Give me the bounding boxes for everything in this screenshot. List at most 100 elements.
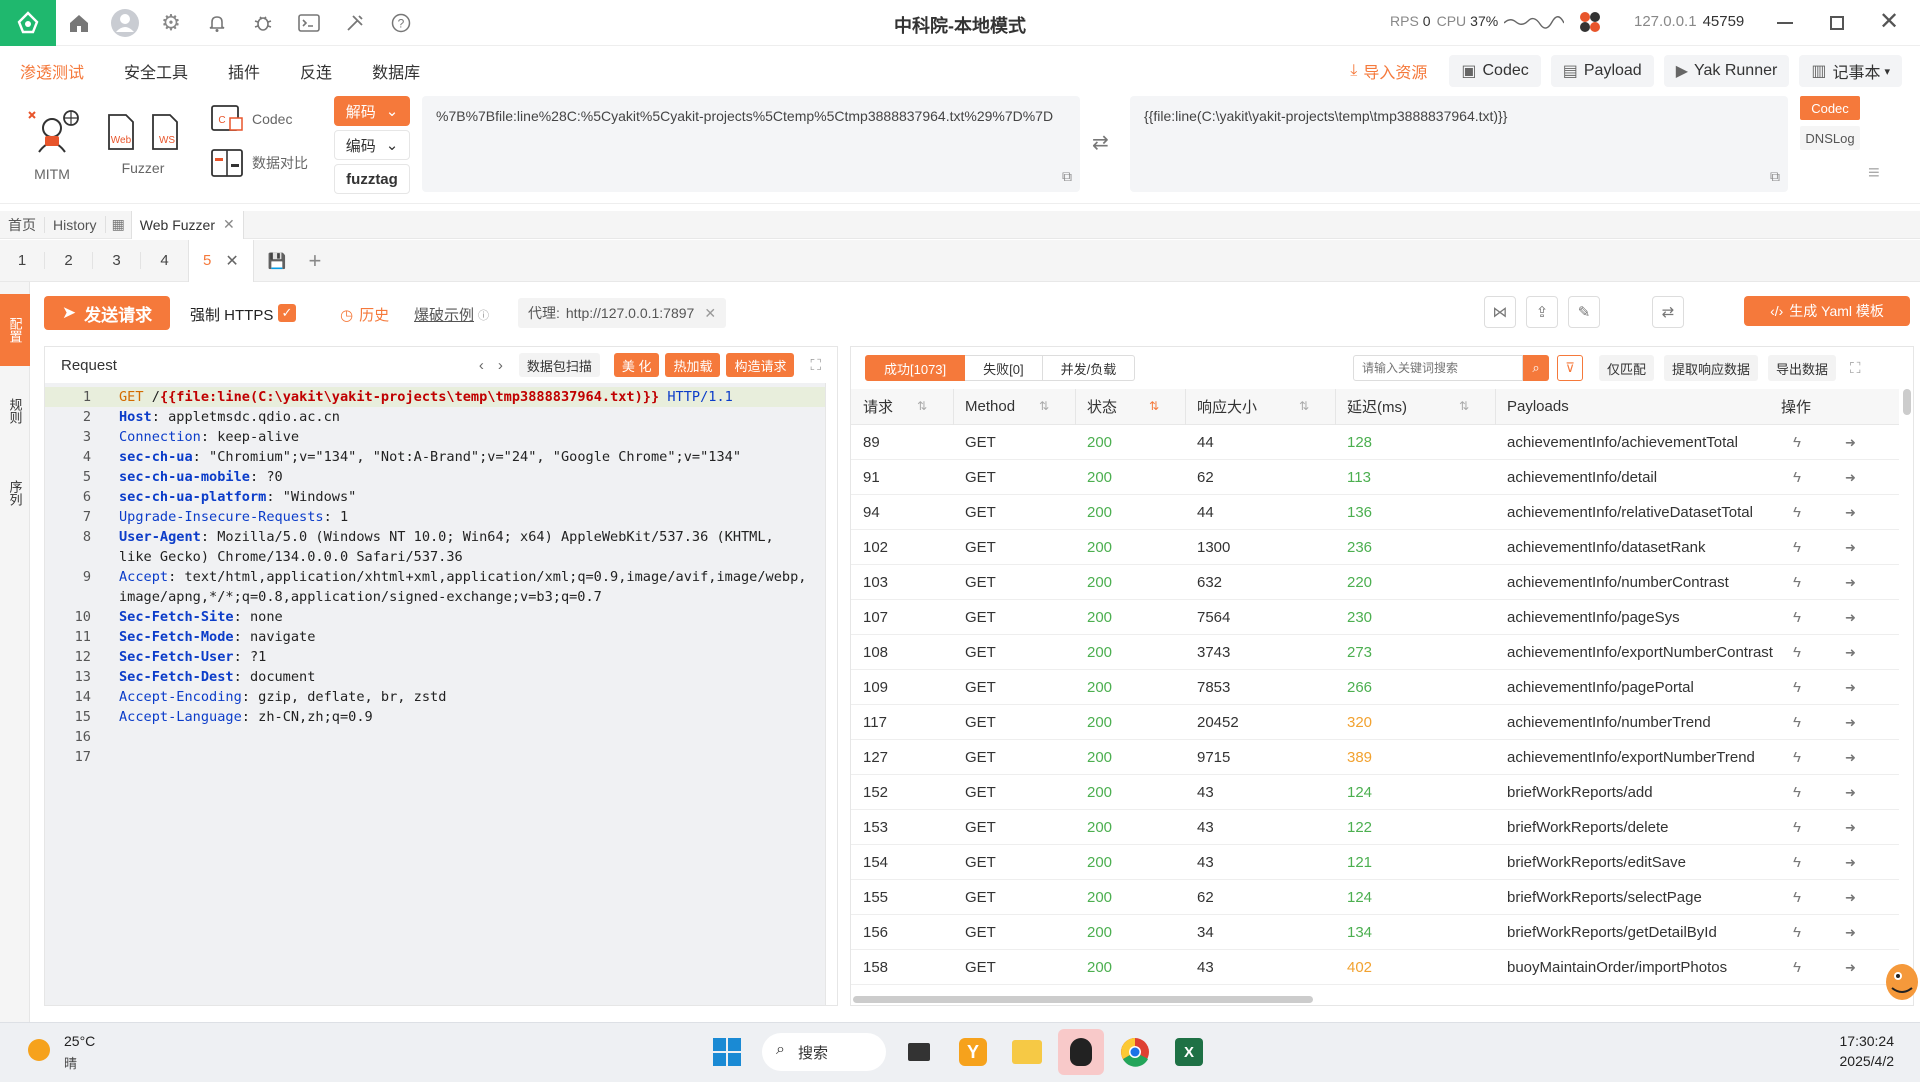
quick-action-icon[interactable]: ϟ: [1793, 460, 1801, 495]
column-header[interactable]: Payloads: [1507, 389, 1569, 424]
history-button[interactable]: ◷ 历史: [340, 304, 389, 325]
quick-action-icon[interactable]: ϟ: [1793, 600, 1801, 635]
table-icon[interactable]: ▦: [104, 216, 131, 233]
side-tab-config[interactable]: 配置: [0, 294, 30, 366]
task-view-icon[interactable]: [896, 1029, 942, 1075]
menu-security-tools[interactable]: 安全工具: [124, 59, 188, 83]
subtab-2[interactable]: 2: [44, 252, 92, 269]
add-tab-icon[interactable]: +: [308, 248, 321, 274]
quick-action-icon[interactable]: ϟ: [1793, 880, 1801, 915]
table-row[interactable]: 153 GET 200 43 122 briefWorkReports/delete ϟ ➜: [851, 810, 1899, 845]
mitm-tool[interactable]: MITM: [24, 108, 80, 182]
proxy-tag[interactable]: 代理: http://127.0.0.1:7897 ✕: [518, 298, 727, 328]
yakit-app-icon[interactable]: Y: [950, 1029, 996, 1075]
column-header[interactable]: 响应大小: [1197, 389, 1257, 424]
quick-action-icon[interactable]: ϟ: [1793, 495, 1801, 530]
collapse-icon[interactable]: ≡: [1868, 162, 1880, 185]
table-row[interactable]: 107 GET 200 7564 230 achievementInfo/pageSys ϟ…: [851, 600, 1899, 635]
quick-action-icon[interactable]: ϟ: [1793, 915, 1801, 950]
close-window-button[interactable]: ✕: [1874, 6, 1904, 36]
hotload-button[interactable]: 热加载: [665, 353, 721, 377]
sort-icon[interactable]: ⇅: [1149, 399, 1159, 413]
table-row[interactable]: 158 GET 200 43 402 buoyMaintainOrder/importPh…: [851, 950, 1899, 985]
table-row[interactable]: 108 GET 200 3743 273 achievementInfo/exportNu…: [851, 635, 1899, 670]
quick-action-icon[interactable]: ϟ: [1793, 635, 1801, 670]
save-icon[interactable]: 💾: [268, 252, 287, 270]
detail-arrow-icon[interactable]: ➜: [1845, 635, 1856, 670]
table-row[interactable]: 89 GET 200 44 128 achievementInfo/achievement…: [851, 425, 1899, 460]
tab-home[interactable]: 首页: [0, 215, 44, 235]
share-icon[interactable]: ⋈: [1484, 296, 1516, 328]
notebook-button[interactable]: ▥ 记事本 ▾: [1799, 55, 1902, 87]
table-row[interactable]: 91 GET 200 62 113 achievementInfo/detail ϟ ➜: [851, 460, 1899, 495]
sort-icon[interactable]: ⇅: [917, 399, 927, 413]
quick-action-icon[interactable]: ϟ: [1793, 530, 1801, 565]
yakit-engine-icon[interactable]: [1576, 8, 1604, 36]
quick-action-icon[interactable]: ϟ: [1793, 950, 1801, 985]
yakit-logo-icon[interactable]: [0, 0, 56, 46]
copy-icon[interactable]: ⧉: [1770, 166, 1780, 186]
menu-database[interactable]: 数据库: [372, 59, 420, 83]
minimize-button[interactable]: [1770, 8, 1800, 38]
subtab-5[interactable]: 5 ✕: [188, 239, 254, 282]
table-row[interactable]: 102 GET 200 1300 236 achievementInfo/datasetR…: [851, 530, 1899, 565]
yak-runner-button[interactable]: ▶ Yak Runner: [1663, 55, 1790, 87]
tab-success[interactable]: 成功[1073]: [865, 355, 966, 381]
chrome-app-icon[interactable]: [1112, 1029, 1158, 1075]
bug-icon[interactable]: [240, 0, 286, 46]
subtab-4[interactable]: 4: [140, 252, 188, 269]
fuzztag-button[interactable]: fuzztag: [334, 164, 410, 194]
tab-concurrency[interactable]: 并发/负载: [1042, 355, 1136, 381]
table-row[interactable]: 109 GET 200 7853 266 achievementInfo/pagePort…: [851, 670, 1899, 705]
close-icon[interactable]: ✕: [704, 305, 716, 322]
terminal-icon[interactable]: [286, 0, 332, 46]
maximize-button[interactable]: [1822, 8, 1852, 38]
generate-yaml-button[interactable]: ‹/› 生成 Yaml 模板: [1744, 296, 1910, 326]
column-header[interactable]: 请求: [863, 389, 893, 424]
payload-tool-button[interactable]: ▤ Payload: [1550, 55, 1654, 87]
detail-arrow-icon[interactable]: ➜: [1845, 880, 1856, 915]
force-https-checkbox[interactable]: ✓: [278, 304, 296, 322]
sort-icon[interactable]: ⇅: [1039, 399, 1049, 413]
side-dnslog-tab[interactable]: DNSLog: [1800, 126, 1860, 150]
match-only-button[interactable]: 仅匹配: [1599, 355, 1655, 381]
column-header[interactable]: 状态: [1087, 389, 1117, 424]
next-icon[interactable]: ›: [498, 357, 503, 374]
sort-icon[interactable]: ⇅: [1459, 399, 1469, 413]
swap-icon[interactable]: ⇄: [1092, 130, 1109, 155]
table-row[interactable]: 152 GET 200 43 124 briefWorkReports/add ϟ ➜: [851, 775, 1899, 810]
codec-input-area[interactable]: %7B%7Bfile:line%28C:%5Cyakit%5Cyakit-pro…: [422, 96, 1080, 192]
response-search[interactable]: [1353, 355, 1523, 381]
column-header[interactable]: 延迟(ms): [1347, 389, 1407, 424]
bell-icon[interactable]: [194, 0, 240, 46]
table-row[interactable]: 94 GET 200 44 136 achievementInfo/relativeDat…: [851, 495, 1899, 530]
quick-action-icon[interactable]: ϟ: [1793, 845, 1801, 880]
file-explorer-icon[interactable]: [1004, 1029, 1050, 1075]
export-data-button[interactable]: 导出数据: [1768, 355, 1837, 381]
avatar[interactable]: [102, 0, 148, 46]
close-icon[interactable]: ✕: [225, 251, 238, 271]
packet-scan-button[interactable]: 数据包扫描: [518, 353, 600, 377]
detail-arrow-icon[interactable]: ➜: [1845, 495, 1856, 530]
beautify-button[interactable]: 美 化: [613, 353, 660, 377]
yakit-mascot-icon[interactable]: [1878, 954, 1920, 1008]
copy-icon[interactable]: ⧉: [1062, 166, 1072, 186]
fullscreen-icon[interactable]: ⛶: [810, 357, 821, 374]
qq-app-icon[interactable]: [1058, 1029, 1104, 1075]
build-request-button[interactable]: 构造请求: [726, 353, 795, 377]
fullscreen-icon[interactable]: ⛶: [1850, 360, 1861, 377]
column-header[interactable]: 操作: [1781, 389, 1811, 424]
detail-arrow-icon[interactable]: ➜: [1845, 600, 1856, 635]
edit-icon[interactable]: ✎: [1568, 296, 1600, 328]
side-tab-rules[interactable]: 规则: [0, 380, 30, 442]
quick-action-icon[interactable]: ϟ: [1793, 565, 1801, 600]
taskbar-search[interactable]: ⌕ 搜索: [762, 1033, 886, 1071]
detail-arrow-icon[interactable]: ➜: [1845, 565, 1856, 600]
tab-history[interactable]: History: [44, 216, 105, 233]
table-row[interactable]: 127 GET 200 9715 389 achievementInfo/exportNu…: [851, 740, 1899, 775]
excel-app-icon[interactable]: X: [1166, 1029, 1212, 1075]
side-tab-sequence[interactable]: 序列: [0, 462, 30, 524]
web-fuzzer-icon[interactable]: Web: [106, 114, 136, 150]
detail-arrow-icon[interactable]: ➜: [1845, 425, 1856, 460]
codec-tool[interactable]: C Codec: [210, 104, 292, 134]
